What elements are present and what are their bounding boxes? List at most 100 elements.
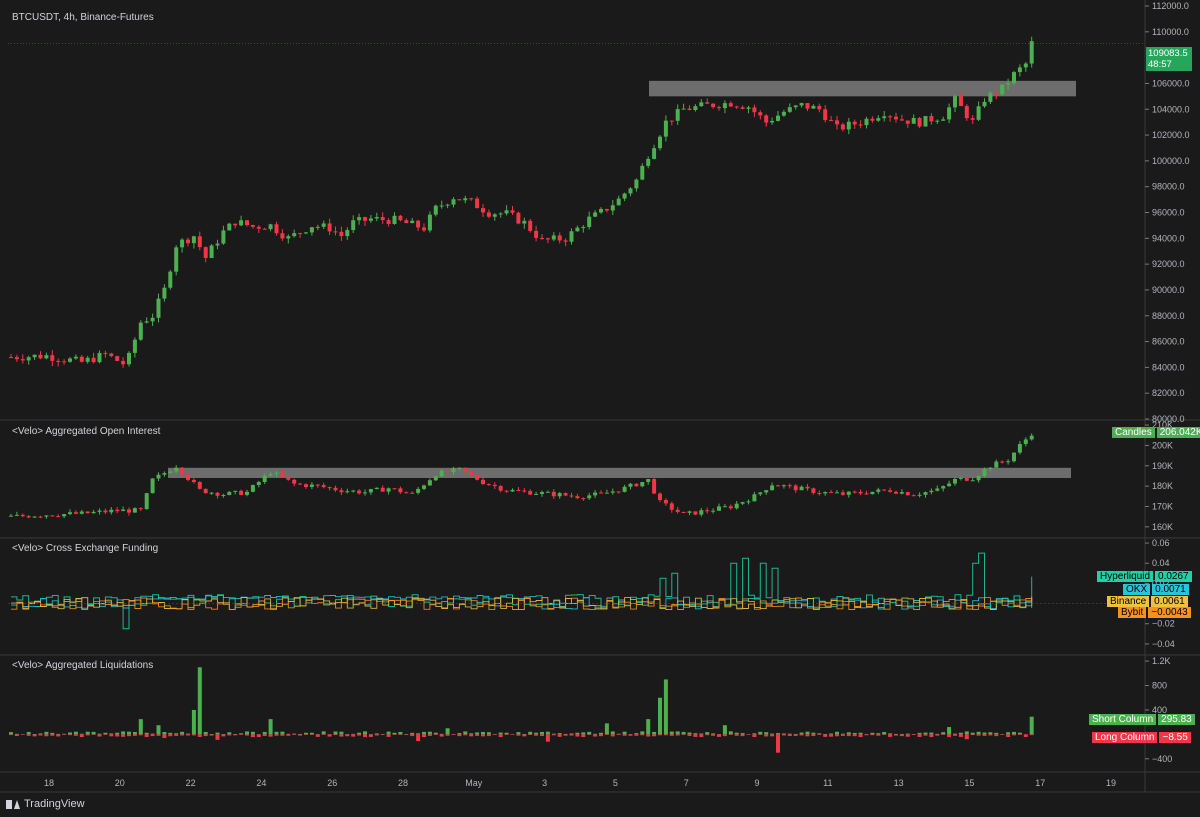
long-liq-bar [321, 734, 326, 735]
long-liq-bar [787, 734, 792, 737]
price-candle-body [221, 230, 226, 244]
long-liq-bar [840, 734, 845, 736]
long-liq-bar [699, 734, 704, 737]
price-candle-body [292, 233, 297, 237]
price-candle-body [799, 103, 804, 106]
price-candle-body [740, 107, 745, 109]
oi-candle-body [439, 470, 444, 477]
long-liq-bar [510, 734, 515, 735]
short-liq-bar [38, 733, 43, 735]
price-candle-body [422, 227, 426, 231]
price-ytick-label: 112000.0 [1152, 1, 1189, 11]
long-liq-bar [905, 734, 910, 737]
short-liq-bar [268, 719, 273, 735]
oi-candle-body [280, 472, 285, 478]
oi-candle-body [964, 477, 969, 481]
long-liq-bar [758, 734, 763, 735]
okx-tag-value: 0.0071 [1152, 584, 1189, 595]
oi-candle-body [911, 495, 916, 497]
long-liq-bar [292, 734, 297, 735]
oi-candle-body [728, 506, 733, 509]
short-liq-bar [274, 731, 279, 735]
price-ytick-label: 84000.0 [1152, 362, 1185, 372]
price-candle-body [50, 355, 55, 361]
oi-pane-title: <Velo> Aggregated Open Interest [12, 426, 161, 437]
short-column-value: 295.83 [1158, 714, 1195, 725]
oi-candle-body [1029, 435, 1034, 440]
oi-candle-body [982, 469, 987, 476]
oi-candle-body [563, 493, 568, 496]
oi-candle-body [752, 494, 757, 502]
price-candle-body [781, 111, 786, 116]
price-ytick-label: 106000.0 [1152, 78, 1190, 88]
hyperliquid-tag-value: 0.0267 [1155, 571, 1192, 582]
price-candle-body [44, 355, 49, 359]
price-candle-body [386, 220, 391, 224]
long-liq-bar [498, 734, 503, 738]
oi-candle-body [740, 502, 745, 504]
short-liq-bar [427, 731, 432, 735]
long-liq-bar [622, 734, 627, 736]
price-candle-body [628, 188, 633, 194]
long-liq-bar [162, 734, 167, 739]
short-liq-bar [976, 731, 981, 735]
liq-pane-title: <Velo> Aggregated Liquidations [12, 660, 154, 671]
long-liq-bar [805, 734, 810, 737]
binance-tag-value: 0.0061 [1151, 596, 1188, 607]
short-liq-bar [410, 732, 415, 735]
long-liq-bar [233, 734, 238, 736]
long-liq-bar [416, 734, 421, 742]
tradingview-logo[interactable]: TradingView [6, 798, 85, 810]
short-liq-bar [953, 733, 957, 735]
short-liq-bar [62, 733, 67, 735]
short-liq-bar [463, 731, 468, 735]
oi-candle-body [923, 492, 928, 495]
oi-candle-body [286, 477, 291, 480]
oi-candle-body [540, 492, 544, 494]
short-liq-bar [250, 731, 255, 735]
short-liq-bar [622, 731, 627, 735]
price-ytick-label: 88000.0 [1152, 311, 1185, 321]
candle-countdown: 48:57 [1148, 59, 1172, 70]
oi-candle-body [38, 516, 43, 518]
short-liq-bar [191, 709, 196, 735]
price-candle-body [475, 198, 480, 209]
short-liq-bar [752, 733, 757, 735]
long-liq-bar [44, 734, 49, 737]
liq-ytick-label: 1.2K [1152, 656, 1171, 666]
long-liq-bar [817, 734, 822, 735]
price-candle-body [174, 247, 179, 272]
long-liq-bar [693, 734, 698, 737]
long-liq-bar [575, 734, 580, 737]
short-liq-bar [286, 733, 291, 735]
long-liq-bar [227, 734, 232, 736]
short-liq-bar [610, 731, 615, 735]
oi-candle-body [581, 498, 586, 500]
bybit-tag: Bybit −0.0043 [1118, 607, 1191, 619]
long-liq-bar [728, 734, 733, 735]
price-candle-body [722, 103, 727, 109]
short-liq-bar [770, 733, 775, 735]
long-liq-bar [250, 734, 255, 738]
okx-tag-label: OKX [1123, 584, 1151, 595]
price-candle-body [905, 120, 910, 124]
chart-canvas[interactable]: 112000.0 110000.0 106000.0 104000.0 102000.0… [0, 0, 1200, 817]
short-liq-bar [363, 731, 367, 735]
long-liq-bar [91, 734, 96, 735]
short-liq-bar [970, 732, 975, 735]
price-candle-body [315, 226, 320, 228]
oi-candle-body [717, 506, 721, 511]
short-liq-bar [486, 732, 491, 735]
long-liq-bar [256, 734, 261, 738]
long-liq-bar [793, 734, 798, 736]
long-liq-bar [386, 734, 391, 737]
price-candle-body [693, 106, 698, 111]
oi-candle-body [44, 515, 49, 517]
oi-candle-body [722, 506, 727, 508]
short-liq-bar [50, 732, 55, 735]
short-liq-bar [587, 731, 592, 735]
price-candle-body [870, 118, 875, 121]
price-candle-body [168, 271, 173, 288]
last-price-tag: 109083.5 48:57 [1146, 47, 1192, 71]
oi-candle-body [516, 489, 521, 491]
